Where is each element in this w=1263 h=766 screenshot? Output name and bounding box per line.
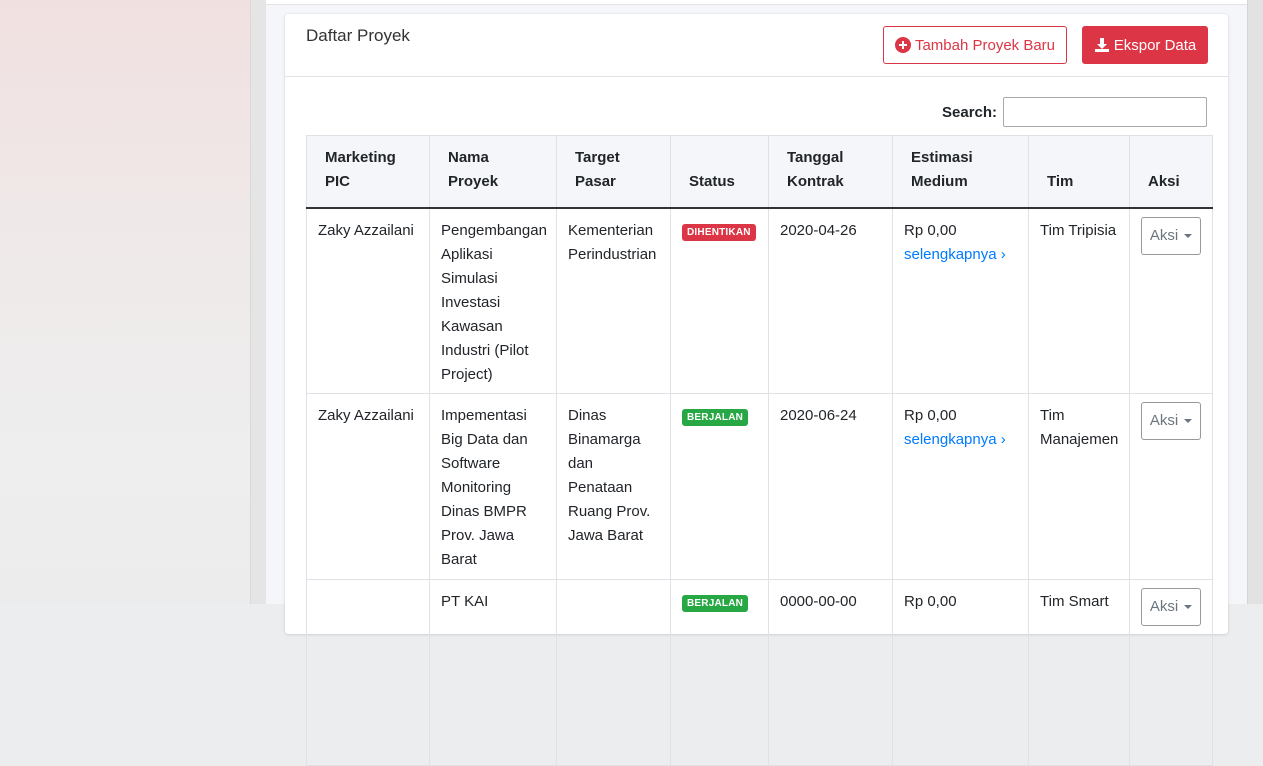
table-row: Zaky Azzailani Pengembangan Aplikasi Sim… (306, 207, 1213, 394)
cell-nama-proyek: Pengembangan Aplikasi Simulasi Investasi… (429, 207, 557, 394)
cell-estimasi: Rp 0,00 (892, 579, 1029, 766)
estimasi-value: Rp 0,00 (904, 593, 957, 610)
estimasi-value: Rp 0,00 (904, 407, 957, 424)
cell-nama-proyek: PT KAI (429, 579, 557, 766)
card-header: Daftar Proyek Tambah Proyek Baru Ekspor … (285, 14, 1228, 77)
aksi-dropdown-button[interactable]: Aksi (1141, 588, 1201, 626)
plus-circle-icon (894, 37, 911, 53)
export-data-button[interactable]: Ekspor Data (1082, 26, 1208, 64)
project-table: Marketing PIC Nama Proyek Target Pasar S… (306, 135, 1213, 766)
right-scroll-area (1247, 0, 1263, 604)
project-list-card: Daftar Proyek Tambah Proyek Baru Ekspor … (285, 14, 1228, 766)
cell-target-pasar: Kementerian Perindustrian (556, 207, 671, 394)
status-badge: DIHENTIKAN (682, 223, 756, 241)
table-header-row: Marketing PIC Nama Proyek Target Pasar S… (306, 135, 1213, 209)
previous-card-bottom (266, 0, 1247, 5)
sidebar (0, 0, 250, 604)
col-header-tim[interactable]: Tim (1028, 135, 1130, 209)
table-row: Zaky Azzailani Impementasi Big Data dan … (306, 393, 1213, 580)
cell-pic: Zaky Azzailani (306, 207, 430, 394)
cell-estimasi: Rp 0,00 selengkapnya › (892, 207, 1029, 394)
col-header-aksi: Aksi (1129, 135, 1213, 209)
cell-status: BERJALAN (670, 393, 769, 580)
cell-tanggal: 2020-04-26 (768, 207, 893, 394)
aksi-dropdown-button[interactable]: Aksi (1141, 216, 1201, 255)
cell-target-pasar: Dinas Binamarga dan Penataan Ruang Prov.… (556, 393, 671, 580)
download-icon (1094, 38, 1109, 52)
more-link[interactable]: selengkapnya › (904, 428, 1017, 452)
add-project-label: Tambah Proyek Baru (914, 36, 1056, 54)
aksi-label: Aksi (1149, 598, 1179, 615)
col-header-status[interactable]: Status (670, 135, 769, 209)
cell-tim: Tim Manajemen (1028, 393, 1130, 580)
col-header-marketing-pic[interactable]: Marketing PIC (306, 135, 430, 209)
cell-pic (306, 579, 430, 766)
col-header-nama-proyek[interactable]: Nama Proyek (429, 135, 557, 209)
cell-tim: Tim Tripisia (1028, 207, 1130, 394)
search-input[interactable] (1003, 97, 1207, 127)
card-title: Daftar Proyek (306, 26, 410, 45)
cell-tim: Tim Smart (1028, 579, 1130, 766)
cell-estimasi: Rp 0,00 selengkapnya › (892, 393, 1029, 580)
search-label: Search: (942, 104, 998, 121)
col-header-target-pasar[interactable]: Target Pasar (556, 135, 671, 209)
cell-aksi: Aksi (1129, 579, 1213, 766)
col-header-estimasi-medium[interactable]: Estimasi Medium (892, 135, 1029, 209)
aksi-dropdown-button[interactable]: Aksi (1141, 402, 1201, 440)
add-project-button[interactable]: Tambah Proyek Baru (883, 26, 1067, 64)
cell-status: BERJALAN (670, 579, 769, 766)
caret-down-icon (1184, 419, 1193, 423)
sidebar-edge (250, 0, 267, 604)
aksi-label: Aksi (1149, 226, 1179, 244)
cell-status: DIHENTIKAN (670, 207, 769, 394)
aksi-label: Aksi (1149, 412, 1179, 429)
more-link[interactable]: selengkapnya › (904, 243, 1017, 267)
export-data-label: Ekspor Data (1113, 36, 1197, 54)
estimasi-value: Rp 0,00 (904, 221, 957, 239)
cell-nama-proyek: Impementasi Big Data dan Software Monito… (429, 393, 557, 580)
cell-aksi: Aksi (1129, 393, 1213, 580)
caret-down-icon (1184, 233, 1193, 238)
caret-down-icon (1184, 605, 1193, 609)
status-badge: BERJALAN (682, 409, 749, 426)
table-row: PT KAI BERJALAN 0000-00-00 Rp 0,00 Tim S… (306, 579, 1213, 766)
cell-target-pasar (556, 579, 671, 766)
col-header-tanggal-kontrak[interactable]: Tanggal Kontrak (768, 135, 893, 209)
cell-aksi: Aksi (1129, 207, 1213, 394)
cell-pic: Zaky Azzailani (306, 393, 430, 580)
cell-tanggal: 0000-00-00 (768, 579, 893, 766)
cell-tanggal: 2020-06-24 (768, 393, 893, 580)
